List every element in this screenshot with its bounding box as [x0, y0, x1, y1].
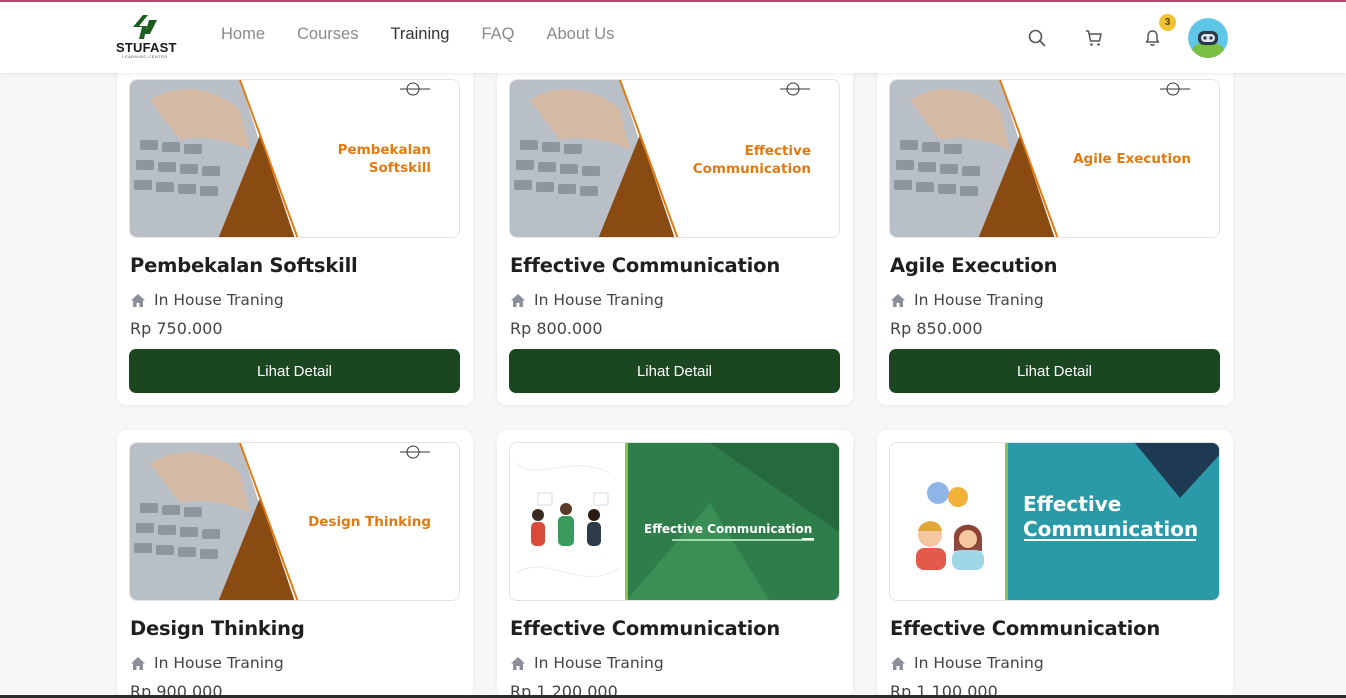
training-card: Effective Communication Effective Commun…: [497, 67, 853, 405]
nav-home[interactable]: Home: [221, 25, 265, 44]
training-price: Rp 800.000: [510, 319, 603, 338]
training-thumbnail[interactable]: Pembekalan Softskill: [129, 79, 460, 238]
training-card: Pembekalan Softskill Pembekalan Softskil…: [117, 67, 473, 405]
nav-about-us[interactable]: About Us: [546, 25, 614, 44]
training-thumbnail[interactable]: Effective Communication: [509, 442, 840, 601]
training-card: Effective Communication Effective Commun…: [497, 430, 853, 698]
training-title: Effective Communication: [510, 617, 780, 640]
thumbnail-caption-line-1: Design Thinking: [308, 514, 431, 530]
training-type: In House Traning: [914, 291, 1044, 309]
brand-name: STUFAST: [116, 40, 177, 55]
training-thumbnail[interactable]: Design Thinking: [129, 442, 460, 601]
training-type: In House Traning: [914, 654, 1044, 672]
main-nav: Home Courses Training FAQ About Us: [221, 25, 646, 44]
search-button[interactable]: [1027, 28, 1047, 48]
stufast-logo[interactable]: STUFAST LEARNING CENTER: [116, 14, 177, 62]
nav-faq[interactable]: FAQ: [481, 25, 514, 44]
training-card: Agile Execution Agile Execution In House…: [877, 67, 1233, 405]
thumbnail-caption-line-2: Communication: [692, 161, 811, 177]
navbar: STUFAST LEARNING CENTER Home Courses Tra…: [0, 2, 1346, 73]
training-price: Rp 750.000: [130, 319, 223, 338]
training-card: Design Thinking Design Thinking In House…: [117, 430, 473, 698]
training-price: Rp 850.000: [890, 319, 983, 338]
thumbnail-caption-line-1: Effective Communication: [644, 522, 813, 536]
training-title: Effective Communication: [890, 617, 1160, 640]
thumbnail-caption-line-1: Pembekalan: [337, 142, 431, 158]
notification-button[interactable]: [1142, 28, 1162, 48]
home-icon: [511, 656, 525, 670]
training-thumbnail[interactable]: Agile Execution: [889, 79, 1220, 238]
training-type: In House Traning: [534, 654, 664, 672]
training-type: In House Traning: [154, 654, 284, 672]
cart-button[interactable]: [1084, 28, 1104, 48]
training-title: Agile Execution: [890, 254, 1058, 277]
training-thumbnail[interactable]: Effective Communication: [889, 442, 1220, 601]
home-icon: [891, 656, 905, 670]
logo-mark-icon: [133, 15, 157, 39]
detail-button[interactable]: Lihat Detail: [889, 349, 1220, 393]
training-type: In House Traning: [154, 291, 284, 309]
thumbnail-caption-line-2: Softskill: [368, 160, 431, 176]
nav-courses[interactable]: Courses: [297, 25, 358, 44]
thumbnail-caption-line-1: Effective: [1023, 492, 1122, 516]
home-icon: [131, 293, 145, 307]
training-card: Effective Communication Effective Commun…: [877, 430, 1233, 698]
bell-icon: [1145, 30, 1159, 46]
training-title: Pembekalan Softskill: [130, 254, 358, 277]
home-icon: [511, 293, 525, 307]
notification-badge: 3: [1159, 14, 1176, 31]
search-icon: [1028, 29, 1046, 47]
home-icon: [131, 656, 145, 670]
training-title: Effective Communication: [510, 254, 780, 277]
user-avatar-icon: [1188, 18, 1228, 58]
thumbnail-caption-line-1: Agile Execution: [1073, 151, 1191, 167]
nav-training[interactable]: Training: [390, 25, 449, 44]
training-type: In House Traning: [534, 291, 664, 309]
training-title: Design Thinking: [130, 617, 305, 640]
training-thumbnail[interactable]: Effective Communication: [509, 79, 840, 238]
home-icon: [891, 293, 905, 307]
detail-button[interactable]: Lihat Detail: [509, 349, 840, 393]
detail-button[interactable]: Lihat Detail: [129, 349, 460, 393]
thumbnail-caption-line-2: Communication: [1023, 517, 1199, 541]
avatar[interactable]: [1188, 18, 1228, 58]
cart-icon: [1086, 30, 1102, 46]
thumbnail-caption-line-1: Effective: [744, 143, 811, 159]
brand-tagline: LEARNING CENTER: [122, 54, 168, 59]
